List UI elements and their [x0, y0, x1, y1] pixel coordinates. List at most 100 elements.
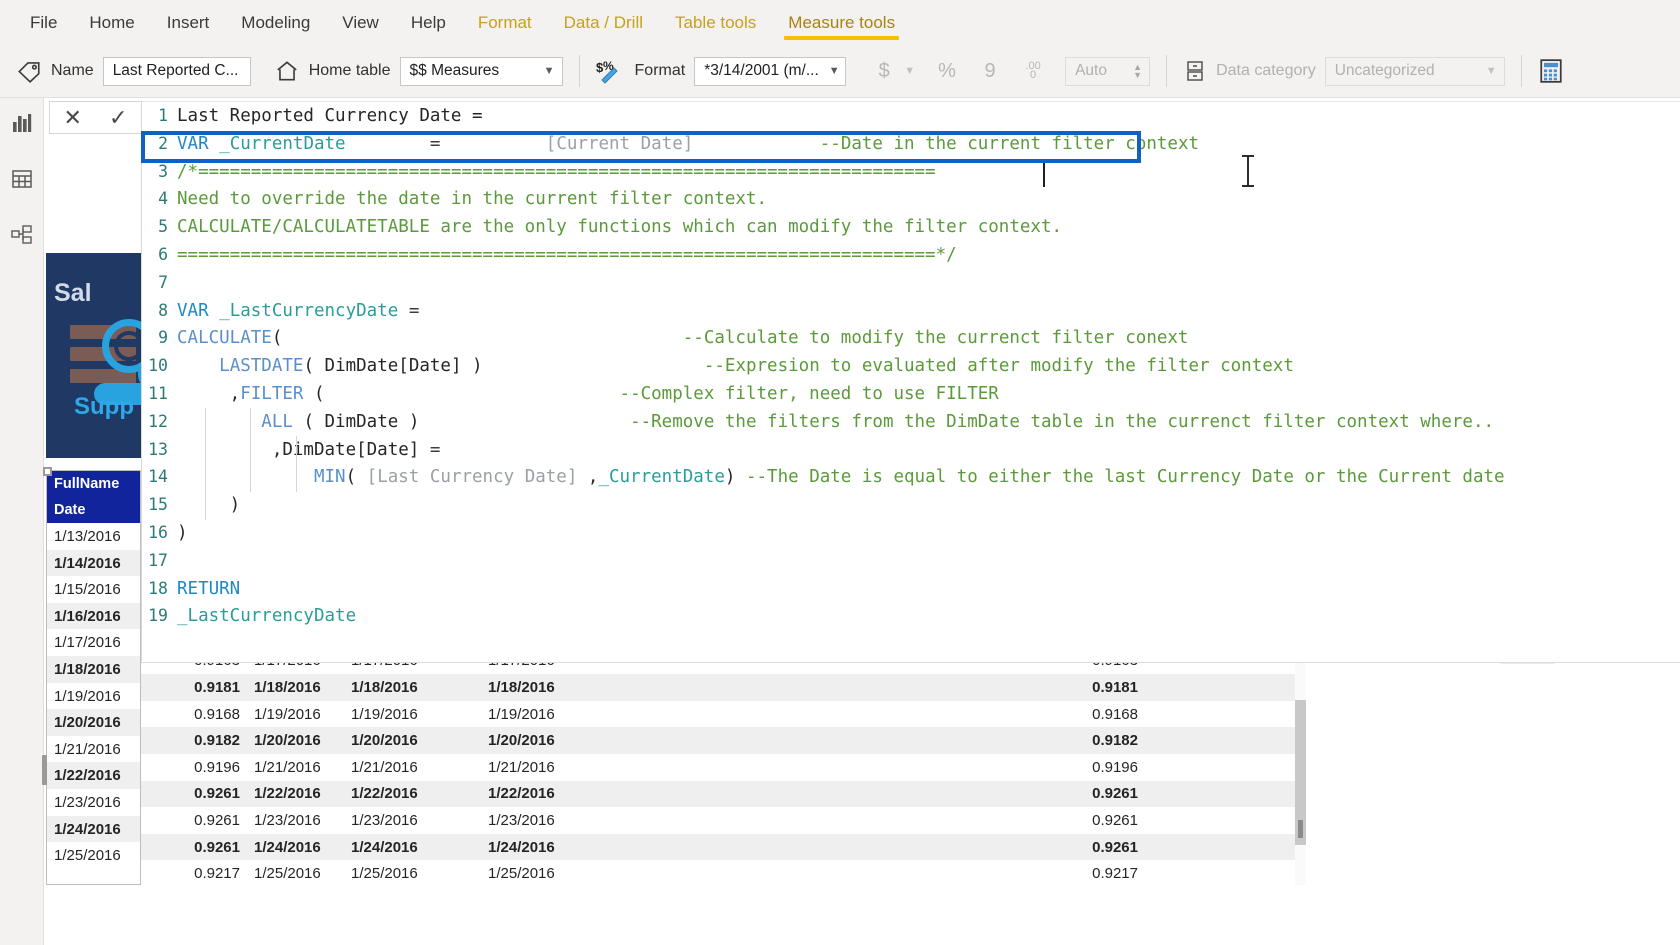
- matrix-row[interactable]: 0.9217 1/25/2016 1/25/2016 1/25/2016 0.9217: [141, 860, 1301, 887]
- indent-guide: [296, 436, 297, 492]
- cancel-formula-icon[interactable]: ✕: [53, 106, 93, 129]
- ribbon-tab-insert[interactable]: Insert: [151, 0, 226, 45]
- code-token-paren: ): [724, 467, 736, 488]
- date-table-row[interactable]: 1/22/2016: [47, 762, 140, 789]
- code-line-9[interactable]: 9 CALCULATE( --Calculate to modify the cu…: [141, 324, 1680, 352]
- code-line-1[interactable]: 1 Last Reported Currency Date =: [141, 102, 1680, 130]
- data-category-value: Uncategorized: [1334, 62, 1435, 79]
- date-table-row[interactable]: 1/16/2016: [47, 602, 140, 630]
- date-table-row[interactable]: 1/15/2016: [47, 576, 140, 603]
- formula-commit-bar: ✕ ✓: [49, 101, 142, 134]
- ribbon-tab-format[interactable]: Format: [462, 0, 548, 45]
- thousands-separator-button[interactable]: 9: [973, 55, 1007, 87]
- tab-label: Help: [410, 12, 446, 32]
- measure-name-input[interactable]: Last Reported C...: [102, 56, 251, 86]
- code-line-11[interactable]: 11 ,FILTER ( --Complex filter, need to u…: [141, 380, 1680, 408]
- date-table-row[interactable]: 1/20/2016: [47, 709, 140, 736]
- ribbon-tab-home[interactable]: Home: [73, 0, 150, 45]
- code-line-8[interactable]: 8 VAR _LastCurrencyDate =: [141, 297, 1680, 325]
- table-header-fullname[interactable]: FullName: [47, 471, 140, 497]
- code-line-6[interactable]: 6 =======================================…: [141, 241, 1680, 269]
- calculator-icon[interactable]: [1538, 58, 1564, 84]
- date-table-row[interactable]: 1/19/2016: [47, 683, 140, 710]
- date-table-row[interactable]: 1/25/2016: [47, 842, 140, 869]
- matrix-row[interactable]: 0.9261 1/22/2016 1/22/2016 1/22/2016 0.9261: [141, 780, 1301, 808]
- code-token-paren: (: [345, 467, 367, 488]
- decimal-places-button[interactable]: .00 0: [1016, 55, 1050, 87]
- code-token-plain: DimDate: [324, 411, 399, 432]
- code-line-13[interactable]: 13 ,DimDate[Date] =: [141, 436, 1680, 464]
- code-token-plain: ,: [177, 439, 283, 460]
- code-line-10[interactable]: 10 LASTDATE( DimDate[Date] ) --Expresion…: [141, 352, 1680, 380]
- visual-resize-handle[interactable]: [43, 467, 52, 476]
- date-table-row[interactable]: 1/23/2016: [47, 789, 140, 816]
- matrix-cell-value: 0.9261: [194, 785, 240, 803]
- format-select[interactable]: *3/14/2001 (m/... ▼: [694, 56, 847, 86]
- home-table-select[interactable]: $$ Measures ▼: [399, 56, 563, 86]
- code-line-7[interactable]: 7: [141, 269, 1680, 297]
- promo-image-visual[interactable]: Sal Supp: [46, 253, 144, 458]
- code-line-14[interactable]: 14 MIN( [Last Currency Date] ,_CurrentDa…: [141, 463, 1680, 491]
- dax-formula-editor[interactable]: 1 Last Reported Currency Date = 2 VAR _Curr…: [141, 101, 1680, 663]
- matrix-row[interactable]: 0.9196 1/21/2016 1/21/2016 1/21/2016 0.9196: [141, 754, 1301, 781]
- data-view-icon[interactable]: [7, 164, 37, 194]
- matrix-cell-d1: 1/18/2016: [254, 678, 321, 696]
- code-token-comment: /*======================================…: [177, 161, 936, 182]
- code-line-4[interactable]: 4 Need to override the date in the curren…: [141, 185, 1680, 213]
- code-line-5[interactable]: 5 CALCULATE/CALCULATETABLE are the only f…: [141, 213, 1680, 241]
- ribbon-tab-file[interactable]: File: [14, 0, 73, 45]
- ribbon-tab-help[interactable]: Help: [395, 0, 462, 45]
- code-token-var: _CurrentDate: [598, 467, 725, 488]
- matrix-row[interactable]: 0.9181 1/18/2016 1/18/2016 1/18/2016 0.9181: [141, 674, 1301, 701]
- matrix-row[interactable]: 0.9261 1/24/2016 1/24/2016 1/24/2016 0.9261: [141, 833, 1301, 861]
- ribbon-tab-data-drill[interactable]: Data / Drill: [548, 0, 659, 45]
- date-table-row[interactable]: 1/17/2016: [47, 629, 140, 656]
- date-table-body: 1/13/2016 1/14/2016 1/15/2016 1/16/2016 1/17…: [47, 523, 140, 869]
- ribbon-tab-table-tools[interactable]: Table tools: [659, 0, 772, 45]
- matrix-cell-d1: 1/22/2016: [254, 785, 321, 803]
- data-category-select[interactable]: Uncategorized ▼: [1324, 56, 1505, 86]
- code-line-17[interactable]: 17: [141, 547, 1680, 575]
- code-line-2[interactable]: 2 VAR _CurrentDate = [Current Date] --Dat…: [141, 130, 1680, 158]
- date-table-row[interactable]: 1/18/2016: [47, 655, 140, 683]
- commit-formula-icon[interactable]: ✓: [98, 106, 138, 129]
- stepper-arrows[interactable]: ▲ ▼: [1133, 63, 1142, 80]
- matrix-row[interactable]: 0.9261 1/23/2016 1/23/2016 1/23/2016 0.9261: [141, 807, 1301, 834]
- line-number: 10: [148, 356, 168, 376]
- date-table-row[interactable]: 1/24/2016: [47, 815, 140, 843]
- code-line-content: ========================================…: [177, 242, 1680, 270]
- matrix-cell-d3: 1/22/2016: [488, 785, 555, 803]
- code-token-plain: DimDate[Date]: [324, 356, 462, 377]
- ribbon-tab-view[interactable]: View: [326, 0, 395, 45]
- code-line-16[interactable]: 16): [141, 519, 1680, 547]
- code-line-12[interactable]: 12 ALL ( DimDate ) --Remove the filters …: [141, 408, 1680, 436]
- code-line-19[interactable]: 19 _LastCurrencyDate: [141, 602, 1680, 630]
- report-view-icon[interactable]: [7, 108, 37, 138]
- table-header-date[interactable]: Date: [47, 497, 140, 523]
- currency-format-button[interactable]: $: [867, 55, 901, 87]
- code-line-15[interactable]: 15 ): [141, 491, 1680, 519]
- code-line-18[interactable]: 18 RETURN: [141, 575, 1680, 603]
- decimal-places-stepper[interactable]: Auto ▲ ▼: [1065, 56, 1151, 86]
- ribbon-tab-measure-tools[interactable]: Measure tools: [772, 0, 911, 45]
- date-table-row[interactable]: 1/21/2016: [47, 736, 140, 763]
- matrix-cell-d1: 1/19/2016: [254, 705, 321, 723]
- code-line-3[interactable]: 3 /*=====================================…: [141, 158, 1680, 186]
- matrix-row[interactable]: 0.9168 1/19/2016 1/19/2016 1/19/2016 0.9168: [141, 701, 1301, 728]
- code-token-comment: --Expresion to evaluated after modify th…: [703, 356, 1294, 377]
- date-table-row[interactable]: 1/14/2016: [47, 549, 140, 577]
- percent-format-button[interactable]: %: [930, 55, 964, 87]
- measure-tools-ribbon: Name Last Reported C... Home table $$ Me…: [0, 45, 1680, 98]
- currency-dropdown-chevron-icon[interactable]: ▼: [904, 65, 915, 77]
- ribbon-tab-modeling[interactable]: Modeling: [225, 0, 326, 45]
- panel-resize-grip[interactable]: [42, 755, 47, 785]
- date-table-visual[interactable]: FullName Date 1/13/2016 1/14/2016 1/15/201…: [43, 467, 141, 885]
- code-line-content: RETURN: [177, 576, 1680, 604]
- line-number: 14: [148, 467, 168, 487]
- date-table-row[interactable]: 1/13/2016: [47, 523, 140, 550]
- matrix-row[interactable]: 0.9182 1/20/2016 1/20/2016 1/20/2016 0.9182: [141, 727, 1301, 754]
- model-view-icon[interactable]: [7, 220, 37, 250]
